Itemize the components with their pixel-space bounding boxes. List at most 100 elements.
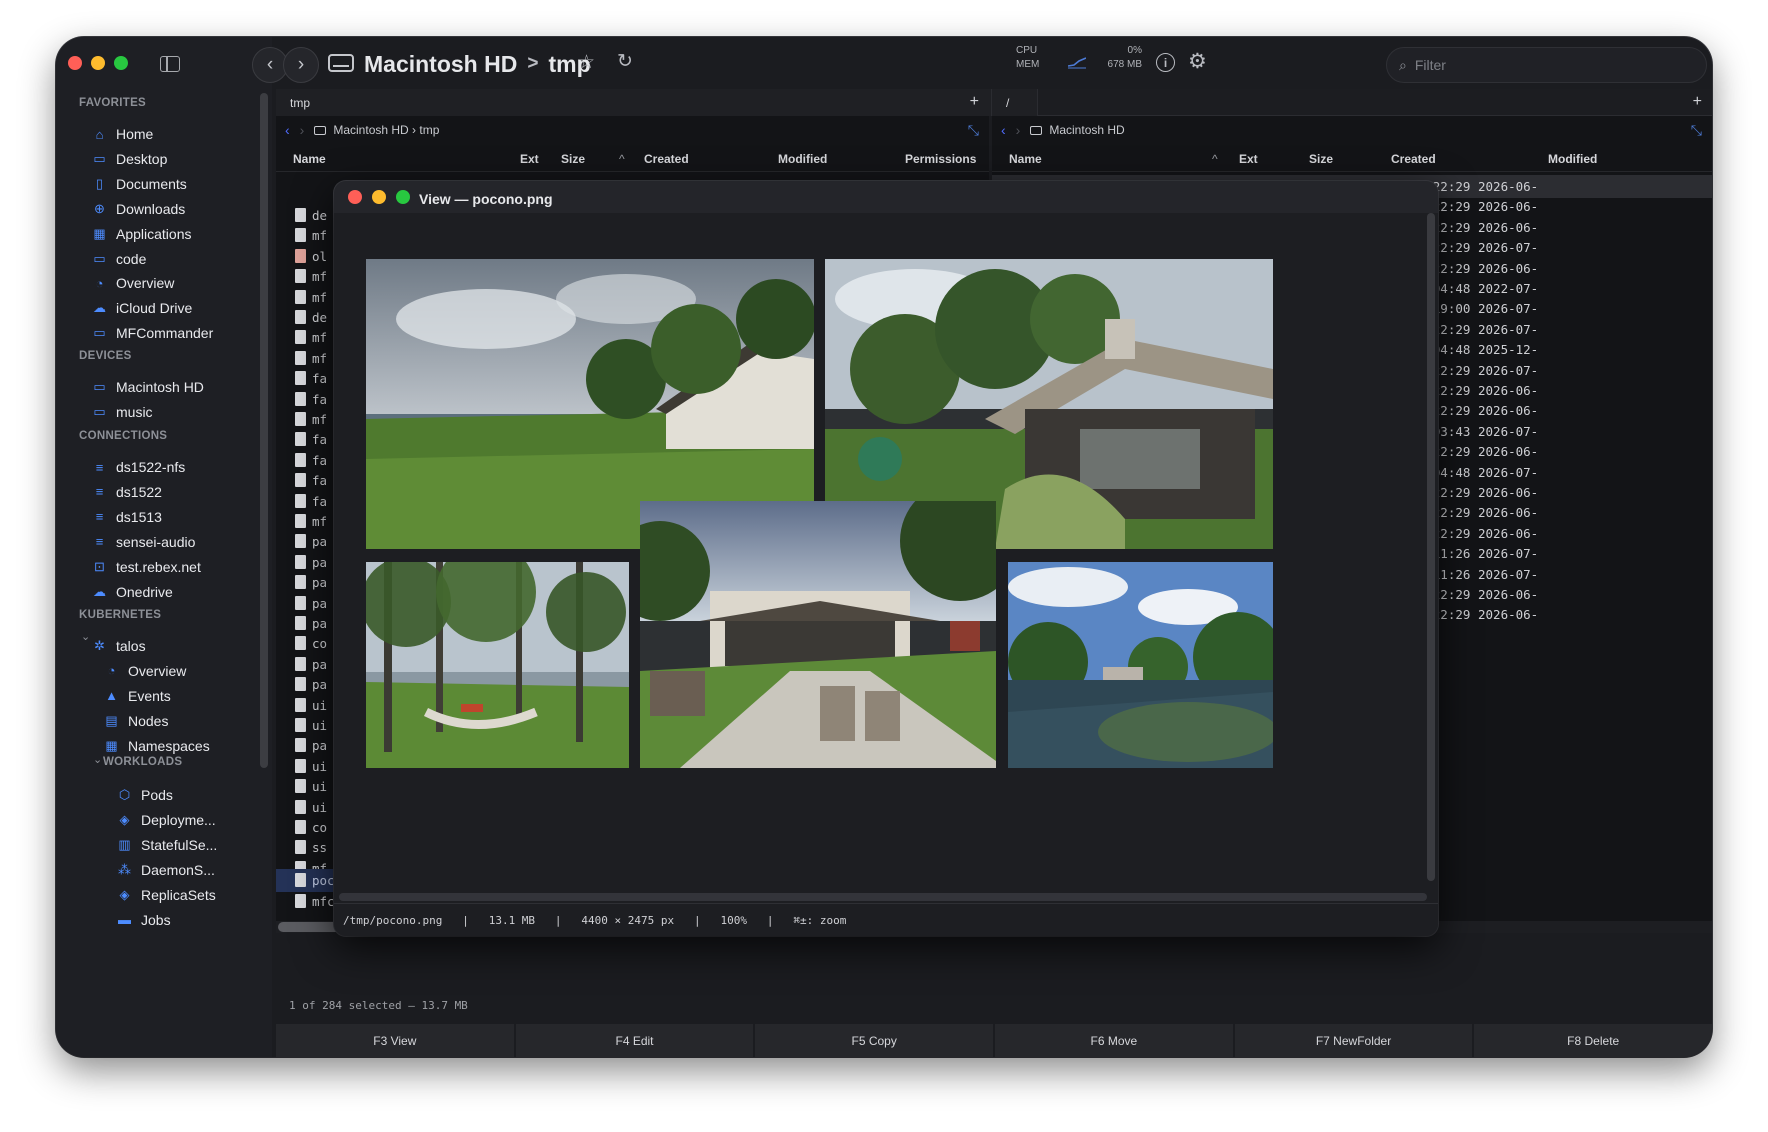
sidebar-item-label: Home [116,126,154,142]
sidebar-item-overview[interactable]: ◔ Overview [104,659,187,683]
path-segment-root[interactable]: Macintosh HD [364,51,517,78]
chevron-down-icon[interactable]: ⌄ [81,630,90,643]
f4-edit-button[interactable]: F4 Edit [515,1024,754,1057]
minimize-window-button[interactable] [91,56,105,70]
right-tab[interactable]: / [992,89,1038,116]
sidebar-item-replicasets[interactable]: ◈ ReplicaSets [117,883,216,907]
left-nav-back-icon[interactable]: ‹ [285,122,290,138]
col-created[interactable]: Created [644,152,689,166]
chevron-down-icon[interactable]: ⌄ [93,753,102,766]
right-nav-back-icon[interactable]: ‹ [1001,122,1006,138]
sidebar-item-daemons[interactable]: ⁂ DaemonS... [117,858,215,882]
sidebar-item-ds1522[interactable]: ≡ ds1522 [92,480,162,504]
close-window-button[interactable] [68,56,82,70]
col-size[interactable]: Size [561,152,585,166]
sidebar-item-jobs[interactable]: ▬ Jobs [117,908,171,932]
sidebar-item-label: Jobs [141,911,171,928]
sidebar-item-music[interactable]: ▭ music [92,400,152,424]
sidebar-item-downloads[interactable]: ⊕ Downloads [92,197,185,221]
sidebar-item-label: Overview [116,275,175,292]
dir-modified: 2026-07- [1478,240,1539,256]
sidebar-item-overview[interactable]: ◔ Overview [92,271,175,295]
sidebar-item-ds1513[interactable]: ≡ ds1513 [92,505,162,529]
new-tab-button[interactable]: + [970,93,979,111]
sidebar-item-namespaces[interactable]: ▦ Namespaces [104,734,209,758]
col-name[interactable]: Name [1009,152,1042,166]
f5-copy-button[interactable]: F5 Copy [755,1024,994,1057]
right-breadcrumb[interactable]: Macintosh HD [1049,123,1124,137]
file-name: ui [312,718,328,733]
left-nav-forward-icon[interactable]: › [300,122,305,138]
grid-icon: ▦ [105,737,118,753]
sidebar-item-home[interactable]: ⌂ Home [92,122,154,146]
f6-move-button[interactable]: F6 Move [995,1024,1233,1057]
filter-field[interactable]: ⌕ Filter [1386,47,1707,83]
file-name: co [312,820,328,835]
sidebar-item-desktop[interactable]: ▭ Desktop [92,147,167,171]
zoom-window-button[interactable] [114,56,128,70]
sidebar-item-talos[interactable]: ✲ talos [92,634,146,658]
sidebar-item-applications[interactable]: ▦ Applications [92,222,191,246]
search-icon: ⌕ [1399,56,1407,73]
sidebar-section-title: KUBERNETES [79,609,162,621]
refresh-icon[interactable]: ↻ [617,50,633,73]
sidebar-item-label: Documents [116,175,187,192]
sidebar-scrollbar[interactable] [260,93,268,768]
f3-view-button[interactable]: F3 View [276,1024,514,1057]
col-permissions[interactable]: Permissions [905,152,976,166]
info-icon[interactable]: i [1156,53,1175,72]
left-breadcrumb[interactable]: Macintosh HD › tmp [333,123,439,137]
forward-button[interactable]: › [283,47,319,83]
sidebar-item-test-rebex-net[interactable]: ⊡ test.rebex.net [92,555,201,579]
new-tab-button-right[interactable]: + [1693,93,1702,111]
sidebar-item-deployme[interactable]: ◈ Deployme... [117,808,216,832]
viewer-horizontal-scrollbar[interactable] [339,893,1427,901]
col-size[interactable]: Size [1309,152,1333,166]
dir-modified: 2026-06- [1478,444,1539,460]
sidebar-item-documents[interactable]: ▯ Documents [92,172,187,196]
viewer-minimize-button[interactable] [372,190,386,204]
file-name: pa [312,616,328,631]
sidebar-item-icloud-drive[interactable]: ☁ iCloud Drive [92,296,192,320]
expand-pane-icon[interactable]: ⤡ [968,122,979,139]
sidebar-toggle-icon[interactable] [160,56,180,72]
f7-newfolder-button[interactable]: F7 NewFolder [1234,1024,1473,1057]
sidebar-item-onedrive[interactable]: ☁ Onedrive [92,580,173,604]
server-icon: ≡ [95,459,104,475]
col-modified[interactable]: Modified [1548,152,1597,166]
gauge-icon: ◔ [107,663,116,679]
sidebar-item-events[interactable]: ▲ Events [104,684,171,708]
col-ext[interactable]: Ext [520,152,539,166]
file-icon [295,873,306,887]
sidebar-item-statefulse[interactable]: ▥ StatefulSe... [117,833,217,857]
file-icon [295,391,306,406]
sidebar-item-mfcommander[interactable]: ▭ MFCommander [92,321,213,345]
sidebar-item-macintosh-hd[interactable]: ▭ Macintosh HD [92,375,204,399]
expand-pane-icon-right[interactable]: ⤡ [1691,122,1702,139]
left-tab[interactable]: tmp [276,89,992,116]
sidebar-item-nodes[interactable]: ▤ Nodes [104,709,168,733]
dir-modified: 2026-07- [1478,423,1539,439]
file-name: fa [312,452,328,468]
sidebar-item-sensei-audio[interactable]: ≡ sensei-audio [92,530,196,554]
f8-delete-button[interactable]: F8 Delete [1474,1024,1712,1057]
col-modified[interactable]: Modified [778,152,827,166]
star-icon[interactable]: ☆ [578,51,595,74]
col-name[interactable]: Name [293,152,326,166]
col-ext[interactable]: Ext [1239,152,1258,166]
dir-modified: 2026-06- [1478,383,1539,398]
sidebar-section-title: DEVICES [79,350,132,362]
sidebar-item-ds1522-nfs[interactable]: ≡ ds1522-nfs [92,455,186,479]
sidebar: FAVORITES ⌂ Home ▭ Desktop ▯ Documents ⊕ Downloa… [56,37,272,1057]
col-created[interactable]: Created [1391,152,1436,166]
file-icon [295,595,306,610]
right-column-header: Name ^ Ext Size Created Modified [992,144,1712,172]
viewer-vertical-scrollbar[interactable] [1427,213,1435,881]
sidebar-item-pods[interactable]: ⬡ Pods [117,783,173,807]
sidebar-item-code[interactable]: ▭ code [92,247,146,271]
viewer-canvas[interactable] [334,213,1438,903]
viewer-close-button[interactable] [348,190,362,204]
right-nav-forward-icon[interactable]: › [1016,122,1021,138]
gear-icon[interactable]: ⚙ [1188,49,1207,74]
viewer-zoom-button[interactable] [396,190,410,204]
